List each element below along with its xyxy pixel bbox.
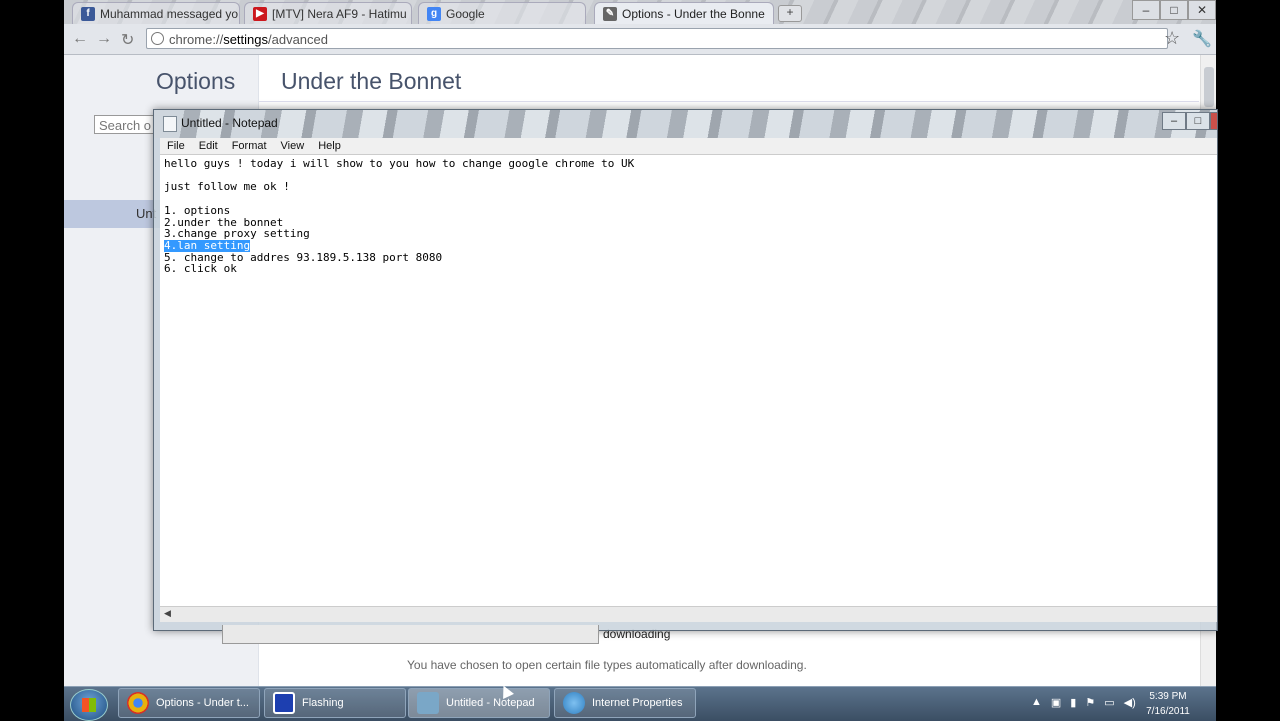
taskbar-item-internet-properties[interactable]: Internet Properties <box>554 688 696 718</box>
clock-date: 7/16/2011 <box>1140 704 1196 719</box>
notepad-title: Untitled - Notepad <box>181 116 278 130</box>
display-icon[interactable]: ▭ <box>1104 696 1114 709</box>
forward-icon[interactable]: → <box>96 30 112 48</box>
signal-icon[interactable]: ▮ <box>1070 696 1076 709</box>
tab-label: Google <box>446 7 485 21</box>
google-icon: g <box>427 7 441 21</box>
bookmark-star-icon[interactable]: ☆ <box>1164 28 1180 49</box>
windows-logo-icon <box>82 698 96 712</box>
tab-label: Options - Under the Bonne <box>622 7 765 21</box>
page-title: Under the Bonnet <box>281 68 461 95</box>
minimize-button[interactable]: – <box>1132 0 1160 20</box>
notepad-window: Untitled - Notepad – □ ✕ File Edit Forma… <box>153 109 1218 631</box>
url-host: settings <box>223 32 268 47</box>
taskbar-item-notepad[interactable]: Untitled - Notepad <box>408 688 550 718</box>
text-line: 6. click ok <box>164 263 237 275</box>
flashing-app-icon <box>273 692 295 714</box>
taskbar-label: Untitled - Notepad <box>446 697 535 709</box>
tab-label: [MTV] Nera AF9 - Hatimu <box>272 7 407 21</box>
new-tab-button[interactable]: + <box>778 5 802 22</box>
notepad-text-area[interactable]: hello guys ! today i will show to you ho… <box>160 154 1217 607</box>
tab-strip: f Muhammad messaged yo ▶ [MTV] Nera AF9 … <box>64 0 1216 24</box>
notepad-window-controls: – □ ✕ <box>1162 112 1218 130</box>
show-hidden-icons-icon[interactable]: ▲ <box>1031 696 1042 709</box>
clock-time: 5:39 PM <box>1140 689 1196 704</box>
dialog-behind-notepad <box>222 625 599 644</box>
notepad-minimize-button[interactable]: – <box>1162 112 1186 130</box>
desktop-left-edge <box>0 0 64 720</box>
menu-view[interactable]: View <box>274 138 312 154</box>
desktop-right-edge <box>1216 0 1280 720</box>
tab-options[interactable]: ✎ Options - Under the Bonne ✕ <box>594 2 774 24</box>
reload-icon[interactable]: ↻ <box>121 30 134 50</box>
sidebar-title: Options <box>156 68 235 95</box>
heading-divider <box>259 101 1199 102</box>
browser-toolbar: ← → ↻ chrome://settings/advanced ☆ 🔧 <box>64 24 1216 55</box>
notepad-titlebar[interactable]: Untitled - Notepad – □ ✕ <box>154 110 1217 138</box>
taskbar-label: Internet Properties <box>592 697 683 709</box>
address-bar[interactable]: chrome://settings/advanced <box>146 28 1168 49</box>
system-clock[interactable]: 5:39 PM 7/16/2011 <box>1140 689 1196 719</box>
back-icon[interactable]: ← <box>72 30 88 48</box>
start-button[interactable] <box>70 689 108 721</box>
window-controls: – □ ✕ <box>1132 0 1216 20</box>
notepad-close-button[interactable]: ✕ <box>1210 112 1218 130</box>
notepad-menubar: File Edit Format View Help <box>160 138 1217 154</box>
youtube-icon: ▶ <box>253 7 267 21</box>
tab-label: Muhammad messaged yo <box>100 7 238 21</box>
url-prefix: chrome:// <box>169 32 223 47</box>
menu-format[interactable]: Format <box>225 138 274 154</box>
network-status-icon[interactable]: ▣ <box>1051 696 1061 709</box>
auto-open-text: You have chosen to open certain file typ… <box>407 658 807 672</box>
taskbar-item-chrome[interactable]: Options - Under t... <box>118 688 260 718</box>
taskbar-label: Options - Under t... <box>156 697 249 709</box>
notepad-icon <box>163 116 177 132</box>
action-center-icon[interactable]: ⚑ <box>1085 696 1095 709</box>
tab-facebook[interactable]: f Muhammad messaged yo <box>72 2 240 24</box>
internet-properties-icon <box>563 692 585 714</box>
notepad-icon <box>417 692 439 714</box>
close-button[interactable]: ✕ <box>1188 0 1216 20</box>
tab-youtube[interactable]: ▶ [MTV] Nera AF9 - Hatimu <box>244 2 412 24</box>
notepad-maximize-button[interactable]: □ <box>1186 112 1210 130</box>
maximize-button[interactable]: □ <box>1160 0 1188 20</box>
taskbar-label: Flashing <box>302 697 344 709</box>
wrench-icon: ✎ <box>603 7 617 21</box>
chrome-icon <box>127 692 149 714</box>
notepad-horizontal-scrollbar[interactable]: ◀ <box>160 606 1217 622</box>
facebook-icon: f <box>81 7 95 21</box>
url-path: /advanced <box>268 32 328 47</box>
page-icon <box>151 32 164 45</box>
scrollbar-thumb[interactable] <box>1204 67 1214 107</box>
menu-file[interactable]: File <box>160 138 192 154</box>
text-line: hello guys ! today i will show to you ho… <box>164 158 634 170</box>
settings-wrench-icon[interactable]: 🔧 <box>1192 29 1212 49</box>
scroll-left-icon[interactable]: ◀ <box>164 608 171 619</box>
menu-help[interactable]: Help <box>311 138 348 154</box>
taskbar: Options - Under t... Flashing Untitled -… <box>64 686 1216 721</box>
taskbar-item-flashing[interactable]: Flashing <box>264 688 406 718</box>
tab-google[interactable]: g Google <box>418 2 586 24</box>
text-line: just follow me ok ! <box>164 181 290 193</box>
menu-edit[interactable]: Edit <box>192 138 225 154</box>
volume-icon[interactable]: ◀) <box>1124 696 1136 709</box>
system-tray: ▲ ▣ ▮ ⚑ ▭ ◀) <box>1031 696 1136 709</box>
